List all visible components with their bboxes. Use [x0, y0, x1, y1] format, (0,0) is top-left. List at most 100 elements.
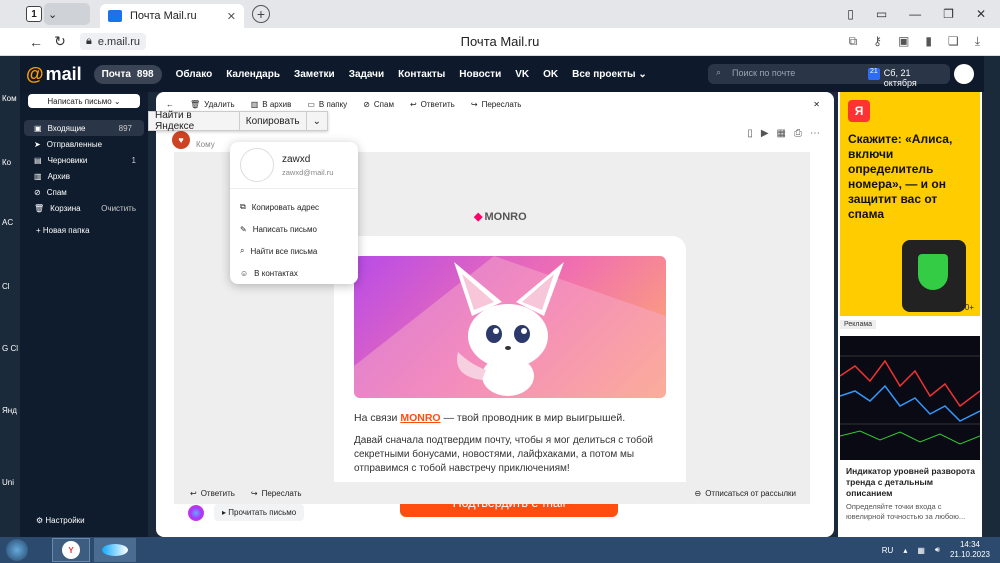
- spam-button[interactable]: ⊘ Спам: [363, 100, 394, 109]
- desktop-label[interactable]: Cl: [2, 282, 10, 291]
- close-icon[interactable]: ✕: [813, 100, 820, 109]
- tab-mail[interactable]: Почта Mail.ru ✕: [100, 4, 244, 28]
- folder-drafts[interactable]: ▤ Черновики 1: [20, 152, 148, 168]
- url-field[interactable]: 🔒︎ e.mail.ru: [80, 33, 147, 50]
- compose-label: Написать письмо: [47, 96, 112, 106]
- nav-link-vk[interactable]: VK: [515, 69, 529, 80]
- folder-spam[interactable]: ⊘ Спам: [20, 184, 148, 200]
- nav-link-calendar[interactable]: Календарь: [226, 69, 280, 80]
- desktop-label[interactable]: Ко: [2, 158, 11, 167]
- nav-inbox[interactable]: Почта 898: [93, 64, 162, 84]
- tab-group[interactable]: ⌄: [44, 3, 90, 25]
- footer-forward-button[interactable]: ↪ Переслать: [251, 489, 302, 498]
- panel-icon[interactable]: ▭: [876, 7, 887, 21]
- delete-button[interactable]: 🗑︎ Удалить: [190, 100, 235, 109]
- trading-chart-image[interactable]: [840, 336, 980, 460]
- nav-link-cloud[interactable]: Облако: [176, 69, 213, 80]
- age-rating: 0+: [964, 303, 974, 312]
- brand-link[interactable]: MONRO: [400, 412, 440, 424]
- tab-counter[interactable]: 1: [26, 6, 42, 22]
- user-avatar[interactable]: [954, 64, 974, 84]
- in-contacts-item[interactable]: ☺ В контактах: [240, 262, 354, 284]
- copy-button[interactable]: Копировать: [240, 111, 307, 131]
- nav-link-contacts[interactable]: Контакты: [398, 69, 445, 80]
- desktop-label[interactable]: Ком: [2, 94, 17, 103]
- new-tab-button[interactable]: +: [252, 5, 270, 23]
- contact-popup: zawxd zawxd@mail.ru ⧉ Копировать адрес ✎ Н…: [230, 142, 358, 284]
- alice-ad-banner[interactable]: Я Скажите: «Алиса, включи определитель н…: [840, 92, 980, 316]
- start-button[interactable]: [6, 539, 28, 561]
- close-icon[interactable]: ✕: [227, 10, 236, 23]
- maximize-icon[interactable]: ❐: [943, 7, 954, 21]
- reader-icon[interactable]: ▣: [898, 34, 909, 49]
- move-folder-button[interactable]: ▭ В папку: [307, 100, 347, 109]
- bookmark-icon[interactable]: ▯: [747, 128, 753, 139]
- compose-button[interactable]: Написать письмо ⌄: [28, 94, 140, 108]
- folder-archive[interactable]: ▥ Архив: [20, 168, 148, 184]
- desktop-label[interactable]: AC: [2, 218, 13, 227]
- language-indicator[interactable]: RU: [882, 546, 894, 555]
- read-letter-button[interactable]: ▸ Прочитать письмо: [214, 504, 305, 521]
- ad2-description: Определяйте точки входа с ювелирной точн…: [846, 502, 966, 521]
- footer-reply-button[interactable]: ↩ Ответить: [190, 489, 235, 498]
- back-button[interactable]: ←: [166, 100, 174, 109]
- nav-link-ok[interactable]: OK: [543, 69, 558, 80]
- folder-sent[interactable]: ➤ Отправленные: [20, 136, 148, 152]
- search-input[interactable]: ⌕ Поиск по почте: [708, 64, 874, 84]
- chevron-down-icon[interactable]: ⌄: [114, 97, 121, 106]
- copy-address-item[interactable]: ⧉ Копировать адрес: [240, 196, 354, 218]
- network-icon[interactable]: ▦: [917, 546, 925, 555]
- bookmark-icon[interactable]: ▯: [847, 7, 854, 21]
- archive-button[interactable]: ▥ В архив: [251, 100, 292, 109]
- mail-logo[interactable]: @ mail: [26, 64, 82, 85]
- forward-button[interactable]: ↪ Переслать: [471, 100, 522, 109]
- settings-button[interactable]: ⚙ Настройки: [36, 516, 85, 525]
- folder-trash[interactable]: 🗑︎ Корзина Очистить: [20, 200, 148, 216]
- print-icon[interactable]: ⎙: [794, 128, 802, 139]
- back-icon[interactable]: ←: [24, 34, 48, 50]
- reply-button[interactable]: ↩ Ответить: [410, 100, 455, 109]
- desktop-label[interactable]: Янд: [2, 406, 17, 415]
- volume-icon[interactable]: 🔊︎: [935, 545, 940, 555]
- assistant-orb-icon[interactable]: [188, 504, 204, 521]
- collections-icon[interactable]: ❏: [948, 34, 959, 49]
- desktop-label[interactable]: G Cl: [2, 344, 18, 353]
- read-aloud-row: ▸ Прочитать письмо: [188, 504, 305, 521]
- bookmark-flag-icon[interactable]: ▮: [925, 34, 932, 49]
- taskbar-app[interactable]: [94, 538, 136, 562]
- key-icon[interactable]: ⚷: [873, 34, 882, 49]
- folder-inbox[interactable]: ▣ Входящие 897: [24, 120, 144, 136]
- divider: [230, 188, 358, 189]
- reload-icon[interactable]: ↻: [48, 33, 72, 50]
- clock[interactable]: 14:34 21.10.2023: [950, 540, 990, 560]
- desktop-label[interactable]: Uni: [2, 478, 14, 487]
- folder-count: 1: [131, 155, 136, 165]
- unsubscribe-button[interactable]: ⊖ Отписаться от рассылки: [695, 489, 797, 498]
- nav-link-tasks[interactable]: Задачи: [349, 69, 384, 80]
- nav-link-notes[interactable]: Заметки: [294, 69, 335, 80]
- minimize-icon[interactable]: —: [909, 7, 921, 21]
- find-yandex-button[interactable]: Найти в Яндексе: [149, 110, 240, 132]
- chevron-down-icon[interactable]: ⌄: [307, 111, 327, 131]
- download-icon[interactable]: ⤓: [975, 34, 980, 49]
- desktop-icons-left: Ком Ко AC Cl G Cl Янд Uni: [0, 92, 20, 537]
- more-icon[interactable]: ⋯: [810, 128, 820, 139]
- find-all-letters-item[interactable]: ⌕ Найти все письма: [240, 240, 354, 262]
- close-window-icon[interactable]: ✕: [976, 7, 986, 21]
- selection-context-bar: Найти в Яндексе Копировать ⌄: [148, 110, 328, 132]
- calendar-widget[interactable]: 21 Сб, 21 октября: [862, 64, 950, 88]
- sender-avatar[interactable]: ♥: [172, 130, 190, 149]
- nav-link-news[interactable]: Новости: [459, 69, 501, 80]
- video-icon[interactable]: ▶: [761, 128, 769, 139]
- nav-link-all-projects[interactable]: Все проекты ⌄: [572, 69, 647, 80]
- ad2-title[interactable]: Индикатор уровней разворота тренда с дет…: [846, 466, 976, 499]
- new-folder-button[interactable]: + Новая папка: [20, 216, 148, 235]
- extensions-icon[interactable]: ⧉: [849, 34, 858, 49]
- lock-icon: 🔒︎: [86, 35, 92, 47]
- clear-trash-button[interactable]: Очистить: [101, 204, 136, 213]
- write-letter-item[interactable]: ✎ Написать письмо: [240, 218, 354, 240]
- brand-text: MONRO: [484, 211, 527, 223]
- calendar-icon[interactable]: ▦: [777, 128, 786, 139]
- tray-arrow-icon[interactable]: ▴: [903, 546, 907, 555]
- taskbar-yandex-browser[interactable]: Y: [52, 538, 90, 562]
